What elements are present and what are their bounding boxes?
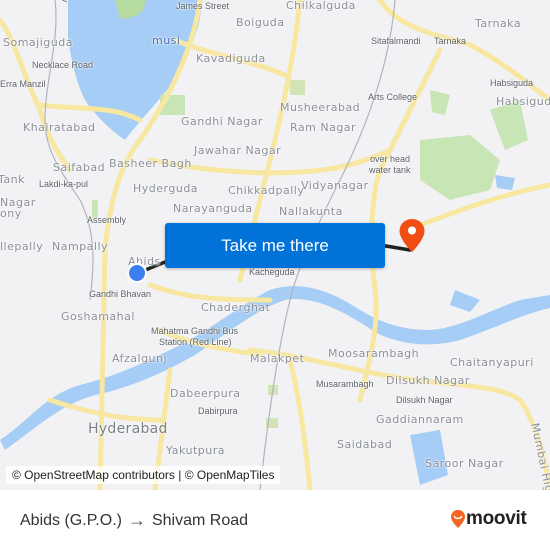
map-label: Narayanguda [173, 202, 253, 215]
map-label: Boiguda [236, 16, 285, 29]
map-label: Gaddiannaram [376, 413, 464, 426]
map-label: Dilsukh Nagar [386, 374, 470, 387]
moovit-logo[interactable]: moovit [450, 508, 527, 530]
take-me-there-button[interactable]: Take me there [165, 223, 385, 268]
map-label: James Street [176, 1, 230, 11]
map-label: Lakdi-ka-pul [39, 179, 89, 189]
map-label: llepally [0, 240, 44, 253]
map-label: Kacheguda [249, 267, 295, 277]
map-label: Nampally [52, 240, 109, 253]
map-label: Necklace Road [32, 60, 94, 70]
map-label: Saroor Nagar [425, 457, 504, 470]
map-label: Erra Manzil [0, 79, 46, 89]
map-label: Somajiguda [3, 36, 73, 49]
map-label: Ram Nagar [290, 121, 357, 134]
map-label: Basheer Bagh [109, 157, 192, 170]
map-label: Chilkalguda [286, 0, 356, 12]
map-label: Afzalgunj [112, 352, 168, 365]
map-label: Malakpet [250, 352, 305, 365]
map-label: Yakutpura [166, 444, 225, 457]
map-label: Tarnaka [434, 36, 467, 46]
map-label: Nallakunta [279, 205, 343, 218]
map-pin-icon [399, 219, 425, 252]
map-label: Dabirpura [198, 406, 238, 416]
map-label: Chikkadpally [228, 184, 305, 197]
destination-name: Shivam Road [151, 511, 249, 529]
origin-marker[interactable] [127, 263, 147, 283]
map-label: Arts College [368, 92, 418, 102]
map-label: Habsiguda [496, 95, 550, 108]
map-label: Station (Red Line) [159, 337, 232, 347]
footer-bar: Abids (G.P.O.) → Shivam Road moovit [0, 490, 550, 550]
map-label: Jawahar Nagar [194, 144, 282, 157]
map-label: Habsiguda [490, 78, 534, 88]
map-label: Tank [0, 173, 25, 186]
map-label: Sitafalmandi [371, 36, 421, 46]
origin-name: Abids (G.P.O.) [20, 511, 122, 529]
map-label: Gandhi Bhavan [89, 289, 152, 299]
map-label: Vidyanagar [301, 179, 369, 192]
moovit-pin-icon [451, 510, 465, 528]
map-attribution[interactable]: © OpenStreetMap contributors | © OpenMap… [6, 466, 281, 484]
map-label: Assembly [87, 215, 127, 225]
destination-marker[interactable] [398, 218, 426, 259]
route-title: Abids (G.P.O.) → Shivam Road [20, 510, 248, 531]
map-label: Chaitanyapuri [450, 356, 534, 369]
map-label: Saifabad [53, 161, 106, 174]
map-label: Hyderabad [88, 421, 168, 437]
map-label: Gandhi Nagar [181, 115, 263, 128]
map-view[interactable]: Necklace Road James Street BoigudaChilkalg… [0, 0, 550, 490]
map-label: Musheerabad [280, 101, 361, 114]
map-label: Khairatabad [23, 121, 96, 134]
map-label: Goshamahal [61, 310, 135, 323]
map-label: Moosarambagh [328, 347, 420, 360]
map-label: Dabeerpura [170, 387, 241, 400]
map-label: Chaderghat [201, 301, 271, 314]
map-label: Tarnaka [475, 17, 522, 30]
map-label: ony [0, 207, 22, 220]
map-label: Saidabad [337, 438, 393, 451]
moovit-wordmark: moovit [466, 508, 527, 529]
map-label: Kavadiguda [196, 52, 266, 65]
map-label: water tank [369, 165, 411, 175]
map-label: Mahatma Gandhi Bus [151, 326, 239, 336]
arrow-right-icon: → [127, 510, 146, 530]
map-label: musi [152, 34, 181, 47]
map-label: Musarambagh [316, 379, 374, 389]
map-label: over head [370, 154, 411, 164]
map-label: Hyderguda [133, 182, 199, 195]
map-label: Dilsukh Nagar [396, 395, 453, 405]
